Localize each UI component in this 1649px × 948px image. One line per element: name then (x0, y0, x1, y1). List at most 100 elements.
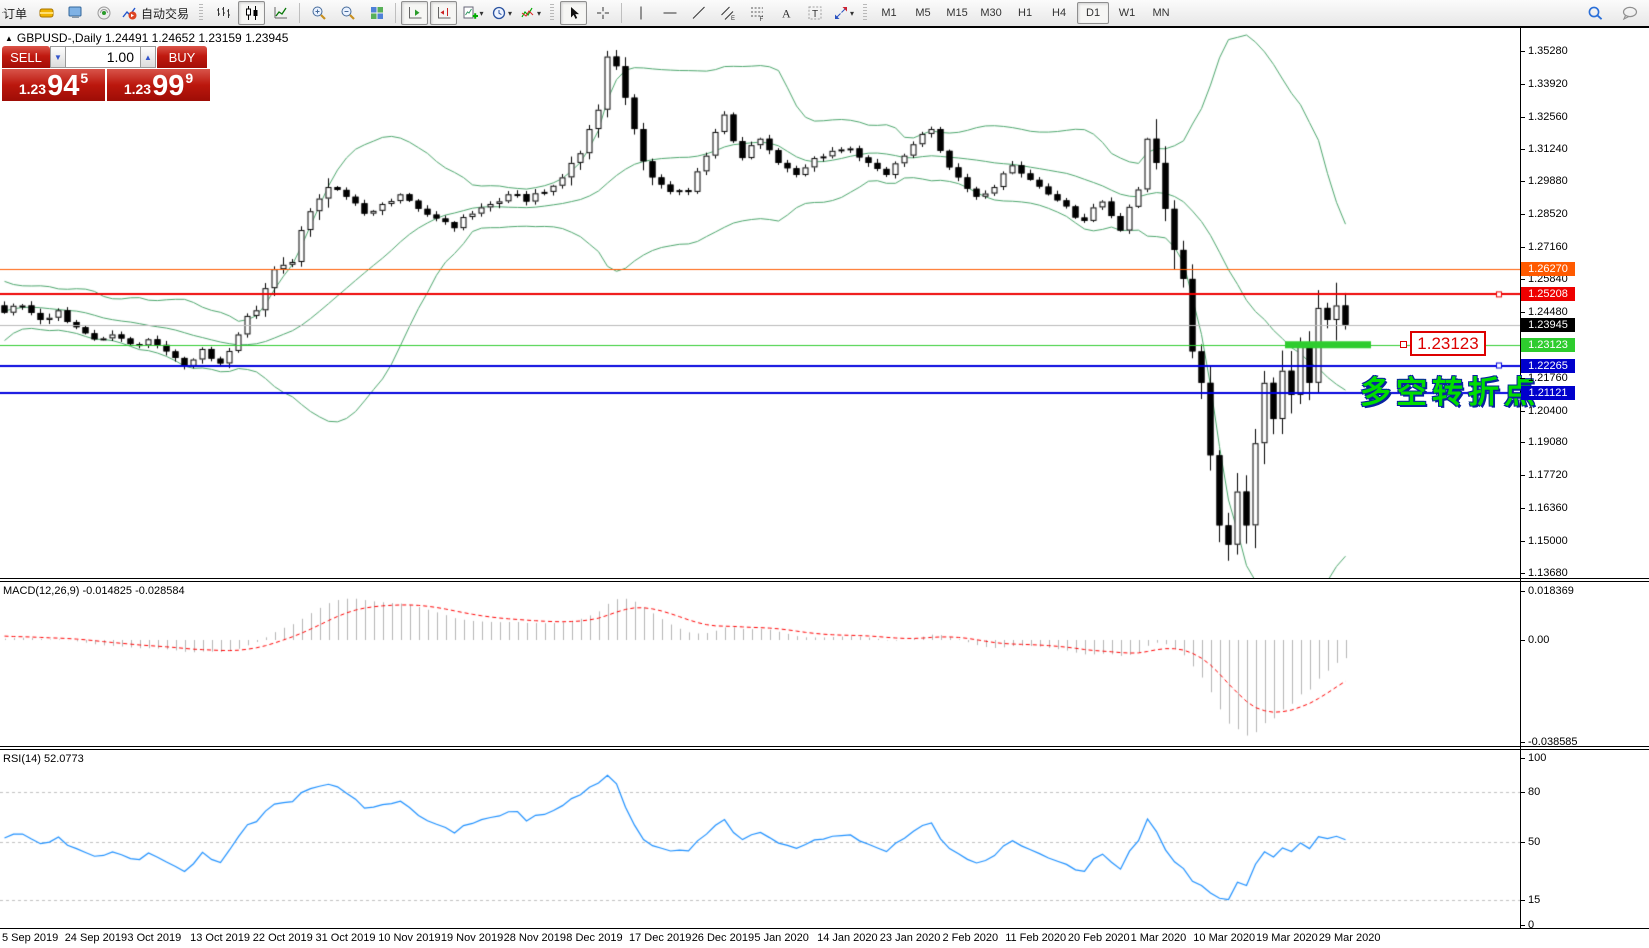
chat-button[interactable] (1616, 1, 1643, 25)
auto-scroll-icon (407, 5, 423, 21)
tick-mark (1520, 247, 1525, 248)
buy-price[interactable]: 1.23 99 9 (107, 69, 210, 101)
line-chart-icon (273, 5, 289, 21)
data-window-button[interactable] (62, 1, 89, 25)
new-order-button[interactable]: 新订单 (1, 1, 31, 25)
zoom-out-button[interactable] (334, 1, 361, 25)
vertical-line-button[interactable] (627, 1, 654, 25)
cursor-button[interactable] (560, 1, 587, 25)
tick-mark (1520, 900, 1525, 901)
cursor-icon (566, 5, 582, 21)
bull-bear-turning-point-text[interactable]: 多空转折点 (1360, 367, 1540, 412)
date-label: 10 Nov 2019 (378, 932, 440, 944)
periods-dropdown-caret[interactable]: ▾ (508, 9, 512, 18)
chart-window-icon: ▲ (5, 34, 13, 43)
tick-mark (1520, 149, 1525, 150)
volume-input[interactable] (66, 46, 140, 68)
price-marker-1.25208: 1.25208 (1521, 287, 1575, 301)
price-tick-label: 1.29880 (1528, 175, 1568, 187)
toolbar-grip[interactable] (550, 4, 554, 22)
timeframe-m30-button[interactable]: M30 (975, 2, 1007, 24)
tile-windows-button[interactable] (363, 1, 390, 25)
bars-chart-icon (215, 5, 231, 21)
new-chart-button[interactable]: ▾ (459, 1, 486, 25)
price-tick-label: 1.19080 (1528, 436, 1568, 448)
volume-decrease-button[interactable]: ▼ (50, 46, 66, 68)
rsi-panel-canvas[interactable] (0, 750, 1520, 928)
text-label-button[interactable]: T (801, 1, 828, 25)
text-button[interactable]: A (772, 1, 799, 25)
timeframe-h4-button[interactable]: H4 (1043, 2, 1075, 24)
signals-button[interactable] (91, 1, 118, 25)
shapes-button[interactable]: ▾ (830, 1, 857, 25)
periods-button[interactable]: ▾ (488, 1, 515, 25)
date-label: 26 Dec 2019 (692, 932, 754, 944)
timeframe-w1-button[interactable]: W1 (1111, 2, 1143, 24)
volume-increase-button[interactable]: ▲ (140, 46, 156, 68)
date-label: 20 Feb 2020 (1068, 932, 1130, 944)
shapes-dropdown-caret[interactable]: ▾ (850, 9, 854, 18)
new-order-label: 新订单 (1, 5, 30, 22)
horizontal-line-button[interactable] (656, 1, 683, 25)
crosshair-button[interactable] (589, 1, 616, 25)
trendline-button[interactable] (685, 1, 712, 25)
macd-panel-canvas[interactable] (0, 582, 1520, 746)
chart-shift-button[interactable] (430, 1, 457, 25)
buy-button[interactable]: BUY (157, 46, 207, 68)
indicators-icon (520, 5, 536, 21)
tick-mark (1520, 442, 1525, 443)
rsi-tick-label: 50 (1528, 836, 1540, 848)
bars-chart-button[interactable] (209, 1, 236, 25)
search-button[interactable] (1582, 1, 1609, 25)
panel-separator[interactable] (0, 749, 1649, 750)
date-label: 1 Mar 2020 (1131, 932, 1187, 944)
zoom-in-button[interactable] (305, 1, 332, 25)
candles-chart-icon (244, 5, 260, 21)
signals-icon (96, 5, 113, 21)
timeframe-h1-button[interactable]: H1 (1009, 2, 1041, 24)
indicators-dropdown-caret[interactable]: ▾ (537, 9, 541, 18)
fibonacci-button[interactable]: F (743, 1, 770, 25)
toolbar-separator (395, 3, 396, 23)
timeframe-d1-button[interactable]: D1 (1077, 2, 1109, 24)
chart-title-text: GBPUSD-,Daily 1.24491 1.24652 1.23159 1.… (17, 31, 289, 45)
sell-price-sup: 5 (80, 71, 88, 85)
date-label: 10 Mar 2020 (1193, 932, 1255, 944)
tick-mark (1520, 279, 1525, 280)
new-chart-dropdown-caret[interactable]: ▾ (480, 9, 484, 18)
toolbar-grip[interactable] (863, 4, 867, 22)
price-tick-label: 1.24480 (1528, 306, 1568, 318)
main-chart-canvas[interactable] (0, 28, 1520, 578)
date-label: 24 Sep 2019 (65, 932, 127, 944)
timeframe-m5-button[interactable]: M5 (907, 2, 939, 24)
toolbar-grip[interactable] (199, 4, 203, 22)
timeframe-mn-button[interactable]: MN (1145, 2, 1177, 24)
price-tick-label: 1.32560 (1528, 111, 1568, 123)
price-callout-label[interactable]: 1.23123 (1410, 331, 1486, 356)
line-chart-button[interactable] (267, 1, 294, 25)
price-marker-1.26270: 1.26270 (1521, 262, 1575, 276)
tick-mark (1520, 925, 1525, 926)
panel-separator[interactable] (0, 746, 1649, 747)
tick-mark (1520, 411, 1525, 412)
auto-scroll-button[interactable] (401, 1, 428, 25)
panel-separator[interactable] (0, 581, 1649, 582)
tick-mark (1520, 842, 1525, 843)
date-label: 5 Sep 2019 (2, 932, 58, 944)
candles-chart-button[interactable] (238, 1, 265, 25)
indicators-button[interactable]: ▾ (517, 1, 544, 25)
equidistant-channel-button[interactable]: E (714, 1, 741, 25)
price-tick-label: 1.16360 (1528, 502, 1568, 514)
sell-button[interactable]: SELL (2, 46, 50, 68)
timeframe-m15-button[interactable]: M15 (941, 2, 973, 24)
equidistant-channel-icon: E (720, 5, 736, 21)
market-watch-button[interactable] (33, 1, 60, 25)
timeframe-m1-button[interactable]: M1 (873, 2, 905, 24)
panel-separator[interactable] (0, 578, 1649, 579)
callout-anchor-handle[interactable] (1400, 341, 1407, 348)
sell-price[interactable]: 1.23 94 5 (2, 69, 105, 101)
macd-tick-label: 0.00 (1528, 634, 1549, 646)
auto-trading-button[interactable]: 自动交易 (120, 1, 193, 25)
date-label: 23 Jan 2020 (880, 932, 941, 944)
auto-trading-label: 自动交易 (138, 5, 192, 22)
